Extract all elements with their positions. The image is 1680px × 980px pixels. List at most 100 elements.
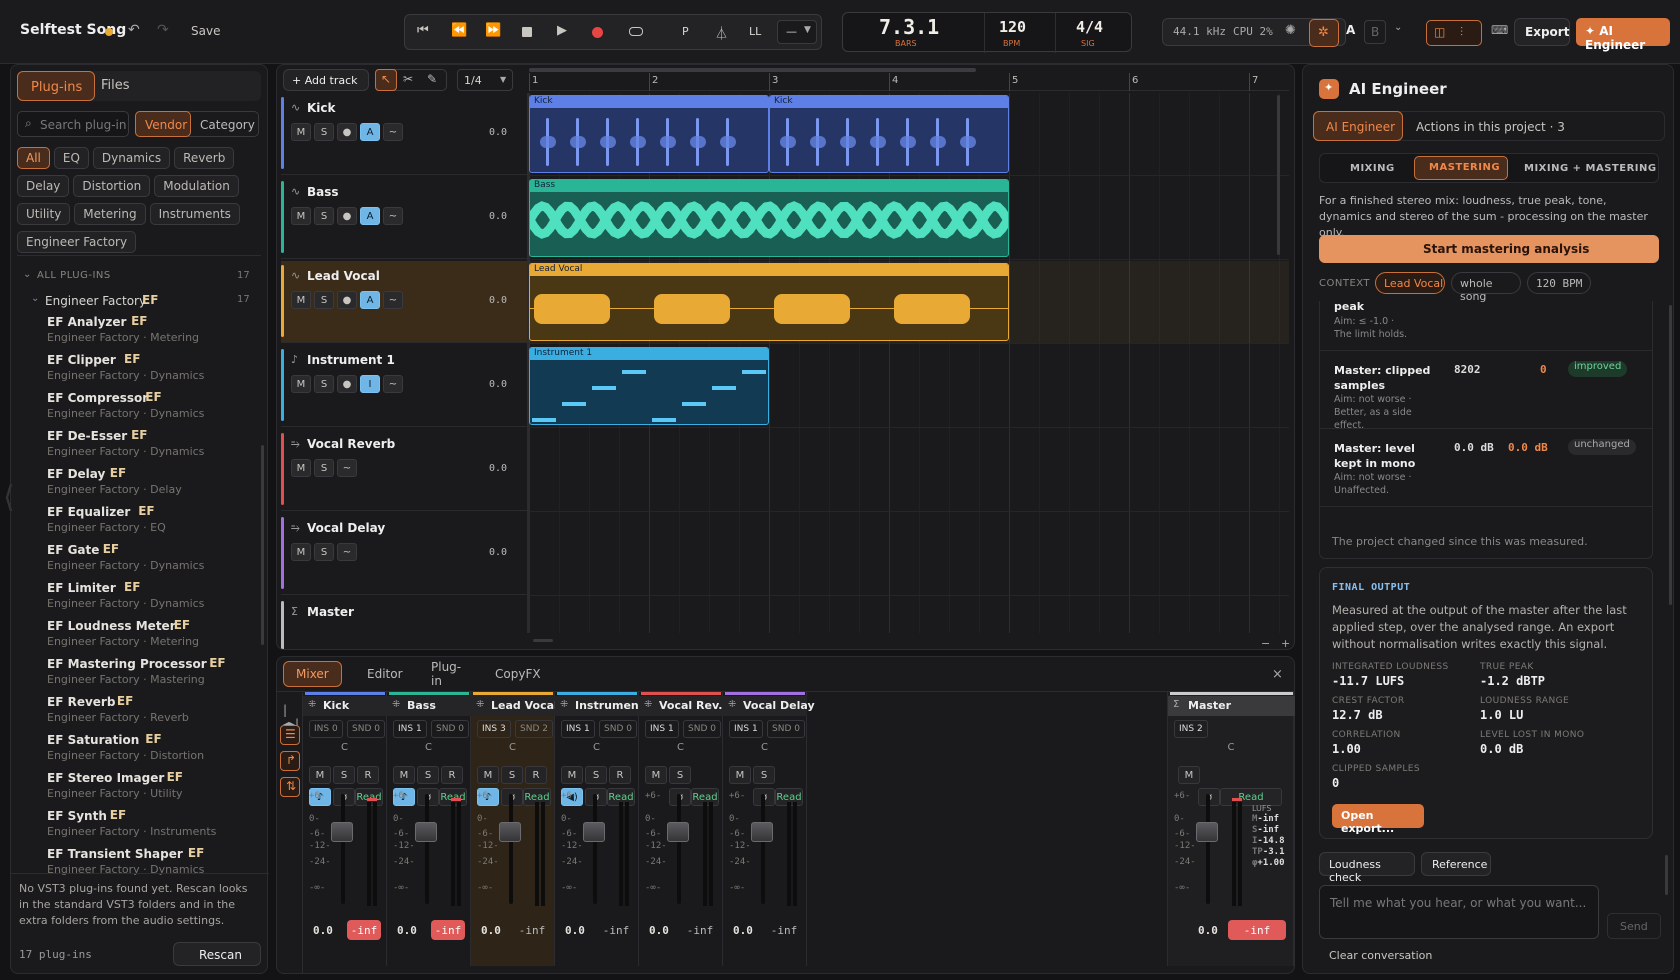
fader-track[interactable] xyxy=(593,794,597,904)
inserts-slot[interactable]: INS 3 xyxy=(477,720,511,738)
tab-ai-engineer[interactable]: AI Engineer xyxy=(1313,111,1403,141)
track-header[interactable]: ∿ Lead Vocal M S ● A ~ 0.0 xyxy=(281,261,527,343)
solo-button[interactable]: S xyxy=(314,459,334,477)
track-header[interactable]: ♪ Instrument 1 M S ● I ~ 0.0 xyxy=(281,345,527,427)
record-arm-button[interactable]: R xyxy=(441,766,463,784)
search-input[interactable]: ⌕ Search plug-in xyxy=(17,111,129,137)
record-arm-button[interactable]: ● xyxy=(337,291,357,309)
clip[interactable]: Bass xyxy=(529,179,1009,257)
plugin-item[interactable]: EF Saturation EF Engineer Factory · Dist… xyxy=(11,729,257,767)
plugin-item[interactable]: EF Mastering Processor EF Engineer Facto… xyxy=(11,653,257,691)
peak-readout[interactable]: -inf xyxy=(431,920,465,940)
filter-chip[interactable]: EQ xyxy=(53,147,89,169)
track-name[interactable]: Vocal Reverb xyxy=(307,437,395,451)
channel-name[interactable]: Kick xyxy=(323,699,349,712)
track-name[interactable]: Master xyxy=(307,605,354,619)
snap-toggle[interactable]: ✲ xyxy=(1309,19,1339,47)
mixer-view-icon[interactable]: ⫶ xyxy=(1460,25,1463,40)
scissors-tool-icon[interactable]: ✂ xyxy=(403,72,413,86)
loudness-check-button[interactable]: Loudness check xyxy=(1319,852,1415,884)
plugin-item[interactable]: EF Transient Shaper EF Engineer Factory … xyxy=(11,843,257,881)
fader-track[interactable] xyxy=(677,794,681,904)
scrollbar[interactable] xyxy=(1277,95,1280,255)
track-name[interactable]: Vocal Delay xyxy=(307,521,385,535)
track-volume[interactable]: 0.0 xyxy=(489,127,507,138)
mute-button[interactable]: M xyxy=(309,766,331,784)
scrollbar[interactable] xyxy=(1665,855,1668,895)
sends-slot[interactable]: SND 2 xyxy=(515,720,553,738)
inserts-slot[interactable]: INS 1 xyxy=(561,720,595,738)
mute-button[interactable]: M xyxy=(291,291,311,309)
context-chip-lead-vocal[interactable]: Lead Vocal xyxy=(1375,272,1445,294)
pan-knob[interactable]: C xyxy=(761,742,768,753)
tempo-display[interactable]: 120 xyxy=(999,18,1026,36)
record-arm-button[interactable]: R xyxy=(609,766,631,784)
solo-button[interactable]: S xyxy=(417,766,439,784)
clip[interactable]: Lead Vocal xyxy=(529,263,1009,341)
plugin-item[interactable]: EF Loudness Meter EF Engineer Factory · … xyxy=(11,615,257,653)
peak-readout[interactable]: -inf xyxy=(515,920,549,940)
plugin-item[interactable]: EF Synth EF Engineer Factory · Instrumen… xyxy=(11,805,257,843)
close-icon[interactable]: × xyxy=(1272,667,1283,682)
tab-actions[interactable]: Actions in this project · 3 xyxy=(1416,120,1565,134)
plugin-item[interactable]: EF Stereo Imager EF Engineer Factory · U… xyxy=(11,767,257,805)
solo-button[interactable]: S xyxy=(314,207,334,225)
track-header[interactable]: ⥱ Vocal Reverb M S ~ 0.0 xyxy=(281,429,527,511)
solo-button[interactable]: S xyxy=(314,291,334,309)
tab-plugins[interactable]: Plug-ins xyxy=(17,71,95,101)
settings-gear-icon[interactable]: ✺ xyxy=(1285,23,1296,38)
vendor-group-label[interactable]: Engineer Factory xyxy=(45,294,146,308)
inserts-slot[interactable]: INS 1 xyxy=(729,720,763,738)
pan-knob[interactable]: C xyxy=(1228,742,1235,753)
filter-chip[interactable]: Utility xyxy=(17,203,71,225)
solo-button[interactable]: S xyxy=(333,766,355,784)
automation-read-button[interactable]: Read xyxy=(1220,788,1282,806)
ai-engineer-button[interactable]: ✦ AI Engineer xyxy=(1576,18,1670,52)
plugin-item[interactable]: EF Clipper EF Engineer Factory · Dynamic… xyxy=(11,349,257,387)
record-arm-button[interactable]: ● xyxy=(337,207,357,225)
track-volume[interactable]: 0.0 xyxy=(489,547,507,558)
undo-icon[interactable]: ↶ xyxy=(128,22,140,38)
sort-category-button[interactable]: Category xyxy=(200,118,255,132)
record-arm-button[interactable]: R xyxy=(525,766,547,784)
filter-chip[interactable]: Dynamics xyxy=(92,147,171,169)
tab-plug-in[interactable]: Plug-in xyxy=(419,660,473,688)
mode-mixing-mastering[interactable]: MIXING + MASTERING xyxy=(1524,163,1657,174)
stop-icon[interactable] xyxy=(522,27,532,37)
mute-button[interactable]: M xyxy=(291,543,311,561)
solo-button[interactable]: S xyxy=(585,766,607,784)
fader-value[interactable]: 0.0 xyxy=(1198,924,1218,937)
inserts-slot[interactable]: INS 0 xyxy=(309,720,343,738)
punch-button[interactable]: P xyxy=(682,25,689,38)
tab-files[interactable]: Files xyxy=(101,78,130,93)
record-arm-button[interactable]: ● xyxy=(337,123,357,141)
record-icon[interactable] xyxy=(592,27,603,38)
fader-track[interactable] xyxy=(509,794,513,904)
fader-value[interactable]: 0.0 xyxy=(313,924,333,937)
auto-button[interactable]: A xyxy=(360,207,380,225)
time-signature-display[interactable]: 4/4 xyxy=(1076,18,1103,36)
inserts-slot[interactable]: INS 1 xyxy=(645,720,679,738)
tab-mixer[interactable]: Mixer xyxy=(283,661,342,687)
fast-forward-icon[interactable]: ⏩ xyxy=(485,23,501,38)
ab-b-button[interactable]: B xyxy=(1364,20,1386,44)
reference-button[interactable]: Reference xyxy=(1421,852,1491,876)
mute-button[interactable]: M xyxy=(729,766,751,784)
input-monitor-button[interactable]: I xyxy=(360,375,380,393)
filter-chip[interactable]: All xyxy=(17,147,50,169)
solo-button[interactable]: S xyxy=(753,766,775,784)
sends-view-icon[interactable]: ↱ xyxy=(280,751,300,771)
inserts-slot[interactable]: INS 1 xyxy=(393,720,427,738)
clear-conversation-link[interactable]: Clear conversation xyxy=(1329,949,1432,962)
plugin-item[interactable]: EF De-Esser EF Engineer Factory · Dynami… xyxy=(11,425,257,463)
pan-knob[interactable]: C xyxy=(425,742,432,753)
routing-view-icon[interactable]: ⇅ xyxy=(280,777,300,797)
quantize-select[interactable]: — ▼ xyxy=(777,20,817,44)
pan-knob[interactable]: C xyxy=(509,742,516,753)
filter-chip[interactable]: Modulation xyxy=(154,175,239,197)
peak-readout[interactable]: -inf xyxy=(1228,920,1286,940)
channel-name[interactable]: Vocal Rev... xyxy=(659,699,731,712)
sends-slot[interactable]: SND 0 xyxy=(431,720,469,738)
fader-track[interactable] xyxy=(425,794,429,904)
track-volume[interactable]: 0.0 xyxy=(489,295,507,306)
